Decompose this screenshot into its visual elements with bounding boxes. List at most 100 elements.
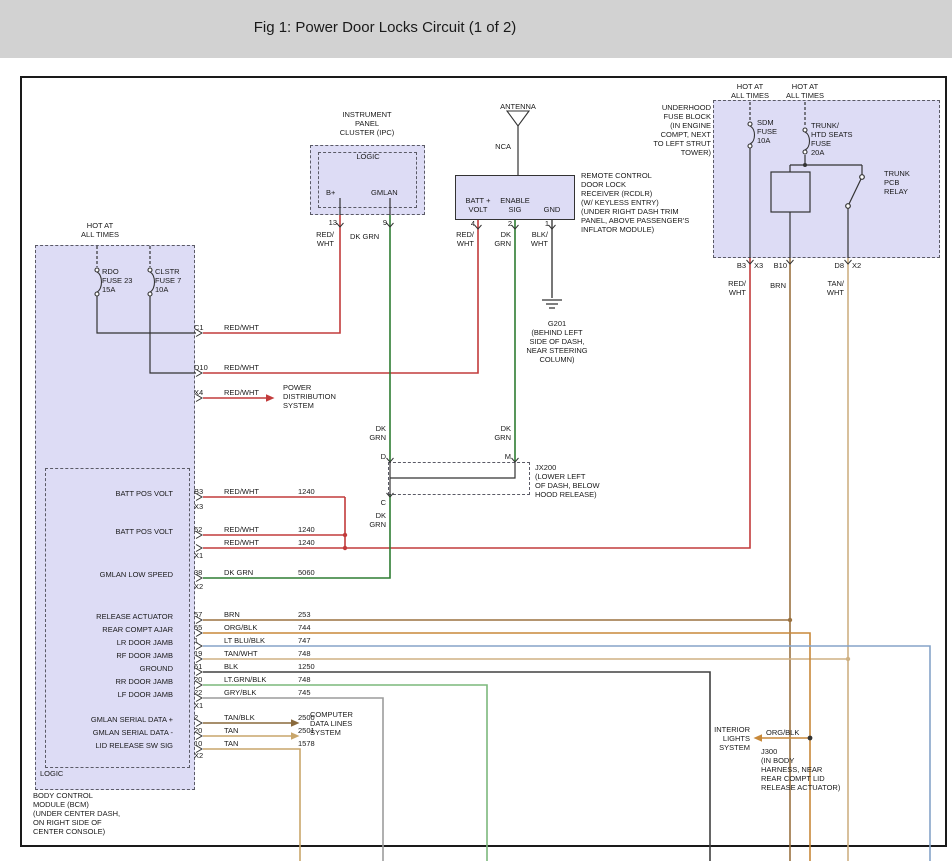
- wire-color-label: RED/WHT: [224, 363, 259, 372]
- wire-color-label: TAN/BLK: [224, 713, 255, 722]
- circuit-number: 1240: [298, 538, 315, 547]
- wire-color-label: TAN: [224, 726, 238, 735]
- wire-color-label: BRN: [224, 610, 240, 619]
- wire-color-label: ORG/BLK: [224, 623, 257, 632]
- jx200-wire-d-label: DK GRN: [362, 424, 386, 442]
- wire-color-label: DK GRN: [224, 568, 253, 577]
- bcm-signal-label: GMLAN LOW SPEED: [52, 570, 173, 579]
- jx200-wire-c-label: DK GRN: [362, 511, 386, 529]
- rcdlr-pin-1: 1: [538, 219, 549, 228]
- circuit-number: 747: [298, 636, 311, 645]
- rcdlr-terminal-gnd: GND: [536, 205, 568, 214]
- bcm-row-2: RED/WHT 1240: [0, 538, 420, 550]
- fuse-block-wire-d8-label: TAN/ WHT: [816, 279, 844, 297]
- pin-id: 38: [194, 568, 202, 577]
- antenna-nca-label: NCA: [490, 142, 511, 151]
- bcm-pin-row-d10: D10 RED/WHT: [0, 363, 420, 375]
- bcm-signal-label: GMLAN SERIAL DATA +: [52, 715, 173, 724]
- wire-color-label: GRY/BLK: [224, 688, 256, 697]
- rcdlr-terminal-enable: ENABLE SIG: [495, 196, 535, 214]
- bcm-row-10: LF DOOR JAMB 22 GRY/BLK 745: [0, 688, 420, 700]
- bcm-row-12: GMLAN SERIAL DATA - 20 TAN 2501: [0, 726, 420, 738]
- wire-color-label: TAN: [224, 739, 238, 748]
- bcm-row-0: BATT POS VOLT B3 RED/WHT 1240: [0, 487, 420, 499]
- fuse-sdm-label: SDM FUSE 10A: [757, 118, 777, 145]
- pin-id: 1: [194, 636, 198, 645]
- bcm-row-5: REAR COMPT AJAR 55 ORG/BLK 744: [0, 623, 420, 635]
- ipc-terminal-gmlan: GMLAN: [371, 188, 398, 197]
- bcm-row-1: BATT POS VOLT 62 RED/WHT 1240: [0, 525, 420, 537]
- ipc-wire-13-label: RED/ WHT: [306, 230, 334, 248]
- figure-title-bar: Fig 1: Power Door Locks Circuit (1 of 2): [0, 0, 952, 58]
- wire-color-label: RED/WHT: [224, 323, 259, 332]
- jx200-caption: JX200 (LOWER LEFT OF DASH, BELOW HOOD RE…: [535, 463, 600, 499]
- bcm-signal-label: LID RELEASE SW SIG: [52, 741, 173, 750]
- wire-color-label: RED/WHT: [224, 388, 259, 397]
- pin-id: X4: [194, 388, 203, 397]
- pin-id: D10: [194, 363, 208, 372]
- ipc-pin-13: 13: [324, 218, 337, 227]
- rcdlr-terminal-batt: BATT + VOLT: [458, 196, 498, 214]
- rcdlr-wire-4-label: RED/ WHT: [446, 230, 474, 248]
- circuit-number: 1240: [298, 487, 315, 496]
- bcm-signal-label: REAR COMPT AJAR: [52, 625, 173, 634]
- circuit-number: 748: [298, 649, 311, 658]
- figure-title: Fig 1: Power Door Locks Circuit (1 of 2): [0, 19, 770, 36]
- circuit-number: 5060: [298, 568, 315, 577]
- jx200-wire-m-label: DK GRN: [487, 424, 511, 442]
- pin-id: 19: [194, 649, 202, 658]
- bcm-signal-label: GROUND: [52, 664, 173, 673]
- bcm-caption: BODY CONTROL MODULE (BCM) (UNDER CENTER …: [33, 791, 120, 836]
- ipc-logic-label: LOGIC: [340, 152, 396, 161]
- circuit-number: 1578: [298, 739, 315, 748]
- ipc-title: INSTRUMENT PANEL CLUSTER (IPC): [329, 110, 405, 137]
- ipc-terminal-bplus: B+: [326, 188, 335, 197]
- wire-color-label: RED/WHT: [224, 525, 259, 534]
- power-distribution-label: POWER DISTRIBUTION SYSTEM: [283, 383, 336, 410]
- bcm-row-8: GROUND 61 BLK 1250: [0, 662, 420, 674]
- bcm-row-4: RELEASE ACTUATOR 57 BRN 253: [0, 610, 420, 622]
- bcm-signal-label: RR DOOR JAMB: [52, 677, 173, 686]
- bcm-pin-row-c1: C1 RED/WHT: [0, 323, 420, 335]
- circuit-number: 1250: [298, 662, 315, 671]
- jx200-terminal-c: C: [375, 498, 386, 507]
- jx200-terminal-d: D: [375, 452, 386, 461]
- bcm-connector-x2: X2: [194, 582, 203, 591]
- fuse-block-wire-b3-label: RED/ WHT: [718, 279, 746, 297]
- rcdlr-caption: REMOTE CONTROL DOOR LOCK RECEIVER (RCDLR…: [581, 171, 689, 234]
- circuit-number: 253: [298, 610, 311, 619]
- rcdlr-wire-2-label: DK GRN: [487, 230, 511, 248]
- fuse-rdo-label: RDO FUSE 23 15A: [102, 267, 132, 294]
- pin-id: 20: [194, 726, 202, 735]
- fuse-trunk-label: TRUNK/ HTD SEATS FUSE 20A: [811, 121, 853, 157]
- bcm-row-13: LID RELEASE SW SIG 10 TAN 1578: [0, 739, 420, 751]
- bcm-signal-label: BATT POS VOLT: [52, 489, 173, 498]
- bcm-connector-x2b: X2: [194, 751, 203, 760]
- fuse-block-pin-b10: B10: [769, 261, 787, 270]
- fuse-block-hot-right: HOT AT ALL TIMES: [778, 82, 832, 100]
- bcm-row-7: RF DOOR JAMB 19 TAN/WHT 748: [0, 649, 420, 661]
- wire-color-label: RED/WHT: [224, 538, 259, 547]
- wire-color-label: TAN/WHT: [224, 649, 258, 658]
- bcm-pin-row-x4: X4 RED/WHT: [0, 388, 420, 400]
- circuit-number: 1240: [298, 525, 315, 534]
- rcdlr-pin-2: 2: [501, 219, 512, 228]
- pin-id: 2: [194, 713, 198, 722]
- rcdlr-pin-4: 4: [464, 219, 475, 228]
- pin-id: 22: [194, 688, 202, 697]
- trunk-pcb-relay-label: TRUNK PCB RELAY: [884, 169, 910, 196]
- j300-caption: J300 (IN BODY HARNESS, NEAR REAR COMPT L…: [761, 747, 840, 792]
- fuse-block-conn-x2: X2: [852, 261, 861, 270]
- interior-lights-label: INTERIOR LIGHTS SYSTEM: [703, 725, 750, 752]
- bcm-signal-label: RELEASE ACTUATOR: [52, 612, 173, 621]
- ipc-pin-9: 9: [377, 218, 387, 227]
- bcm-connector-x3: X3: [194, 502, 203, 511]
- pin-id: 61: [194, 662, 202, 671]
- fuse-block-pin-b3: B3: [729, 261, 746, 270]
- bcm-hot-label: HOT AT ALL TIMES: [73, 221, 127, 239]
- bcm-signal-label: LR DOOR JAMB: [52, 638, 173, 647]
- bcm-signal-label: BATT POS VOLT: [52, 527, 173, 536]
- pin-id: C1: [194, 323, 204, 332]
- jx200-terminal-m: M: [500, 452, 511, 461]
- bcm-signal-label: RF DOOR JAMB: [52, 651, 173, 660]
